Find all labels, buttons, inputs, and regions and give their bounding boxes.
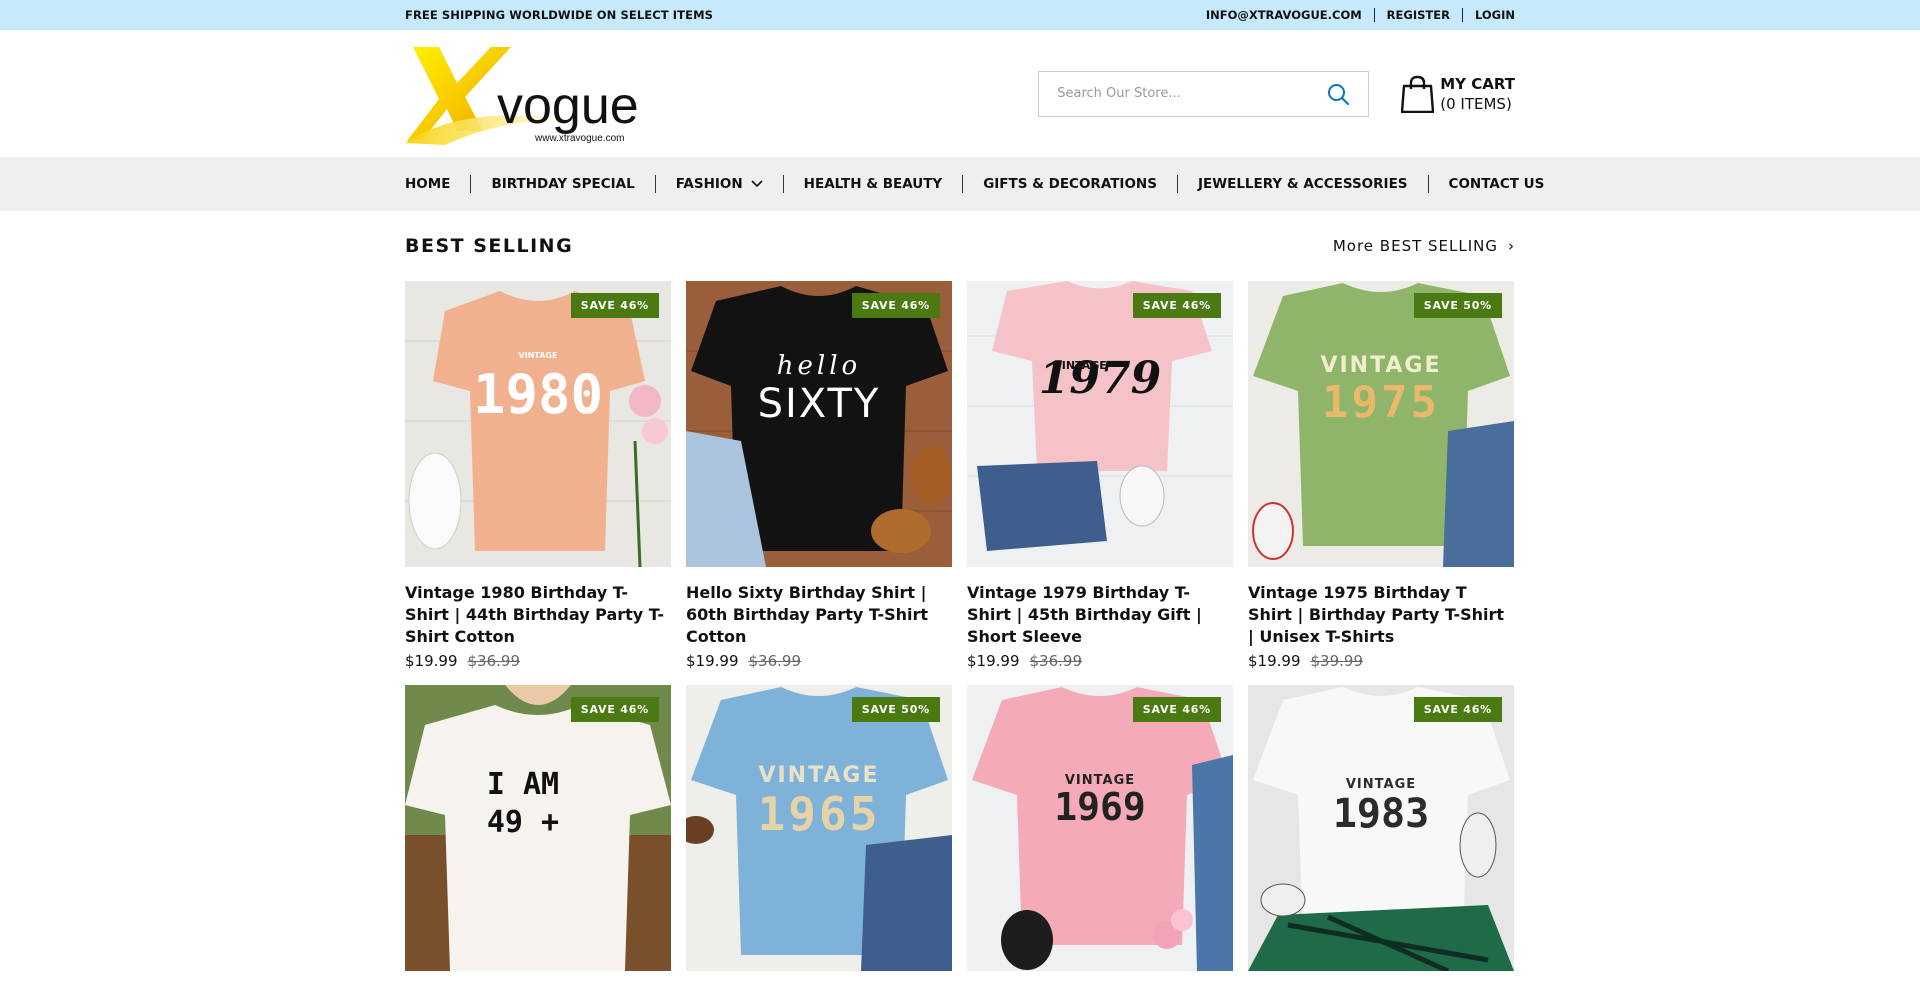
section-title: BEST SELLING bbox=[405, 235, 574, 257]
site-header: vogue www.xtravogue.com MY CART (0 ITEMS… bbox=[0, 30, 1920, 157]
product-card[interactable]: VINTAGE 1969 SAVE 46% bbox=[967, 685, 1233, 985]
nav-item-fashion[interactable]: FASHION bbox=[654, 175, 783, 193]
nav-item-contact-us[interactable]: CONTACT US bbox=[1427, 175, 1565, 193]
sale-price: $19.99 bbox=[967, 652, 1020, 670]
discount-badge: SAVE 50% bbox=[1413, 293, 1502, 318]
nav-item-health-beauty[interactable]: HEALTH & BEAUTY bbox=[782, 175, 963, 193]
original-price: $39.99 bbox=[1310, 652, 1364, 670]
product-image[interactable]: VINTAGE 1975 SAVE 50% bbox=[1248, 281, 1514, 567]
product-price: $19.99 $36.99 bbox=[967, 652, 1233, 670]
shirt-print-main: 1979 bbox=[1038, 353, 1162, 404]
shirt-print-top: I AM bbox=[486, 767, 560, 802]
shirt-print-top: hello bbox=[776, 351, 862, 381]
email-link[interactable]: INFO@XTRAVOGUE.COM bbox=[1206, 8, 1374, 22]
discount-badge: SAVE 46% bbox=[1132, 293, 1221, 318]
search-icon[interactable] bbox=[1326, 82, 1350, 106]
register-link[interactable]: REGISTER bbox=[1373, 8, 1462, 22]
shirt-print-top: VINTAGE bbox=[518, 351, 558, 360]
product-name[interactable]: Hello Sixty Birthday Shirt | 60th Birthd… bbox=[686, 582, 952, 648]
chevron-down-icon bbox=[751, 180, 763, 188]
logo-url: www.xtravogue.com bbox=[534, 133, 624, 144]
nav-label: HOME bbox=[405, 176, 451, 192]
cart-label: MY CART bbox=[1440, 74, 1515, 93]
nav-label: FASHION bbox=[675, 176, 743, 192]
product-image[interactable]: I AM 49 + SAVE 46% bbox=[405, 685, 671, 971]
logo-graphic: vogue www.xtravogue.com bbox=[405, 47, 639, 145]
sale-price: $19.99 bbox=[686, 652, 739, 670]
nav-item-jewellery-accessories[interactable]: JEWELLERY & ACCESSORIES bbox=[1176, 175, 1428, 193]
search-input[interactable] bbox=[1057, 86, 1327, 101]
product-name[interactable]: Vintage 1979 Birthday T-Shirt | 45th Bir… bbox=[967, 582, 1233, 648]
product-image[interactable]: VINTAGE 1979 SAVE 46% bbox=[967, 281, 1233, 567]
more-label: More BEST SELLING bbox=[1332, 237, 1498, 255]
product-image[interactable]: VINTAGE 1983 SAVE 46% bbox=[1248, 685, 1514, 971]
product-grid-row-2: I AM 49 + SAVE 46% VINTAGE 1965 SAVE 50% bbox=[405, 685, 1515, 985]
product-card[interactable]: I AM 49 + SAVE 46% bbox=[405, 685, 671, 985]
nav-label: CONTACT US bbox=[1448, 176, 1545, 192]
product-card[interactable]: VINTAGE 1979 SAVE 46% Vintage 1979 Birth… bbox=[967, 281, 1233, 681]
login-link[interactable]: LOGIN bbox=[1461, 8, 1515, 22]
shirt-print-main: 1969 bbox=[1054, 785, 1146, 829]
discount-badge: SAVE 46% bbox=[570, 293, 659, 318]
original-price: $36.99 bbox=[748, 652, 802, 670]
product-name[interactable]: Vintage 1980 Birthday T-Shirt | 44th Bir… bbox=[405, 582, 671, 648]
nav-label: BIRTHDAY SPECIAL bbox=[491, 176, 635, 192]
discount-badge: SAVE 46% bbox=[1132, 697, 1221, 722]
sale-price: $19.99 bbox=[405, 652, 458, 670]
product-image[interactable]: VINTAGE 1980 SAVE 46% bbox=[405, 281, 671, 567]
logo-wordmark: vogue bbox=[497, 77, 637, 135]
site-logo[interactable]: vogue www.xtravogue.com bbox=[405, 43, 639, 147]
shirt-print-top: VINTAGE bbox=[1345, 777, 1417, 792]
product-name[interactable]: Vintage 1975 Birthday T Shirt | Birthday… bbox=[1248, 582, 1514, 648]
product-image[interactable]: hello SIXTY SAVE 46% bbox=[686, 281, 952, 567]
best-selling-section: BEST SELLING More BEST SELLING › VINTAGE… bbox=[405, 211, 1515, 985]
shipping-notice: FREE SHIPPING WORLDWIDE ON SELECT ITEMS bbox=[405, 8, 713, 22]
product-price: $19.99 $36.99 bbox=[686, 652, 952, 670]
nav-label: JEWELLERY & ACCESSORIES bbox=[1197, 176, 1408, 192]
cart-count: (0 ITEMS) bbox=[1440, 94, 1512, 113]
top-announcement-bar: FREE SHIPPING WORLDWIDE ON SELECT ITEMS … bbox=[0, 0, 1920, 30]
discount-badge: SAVE 46% bbox=[1413, 697, 1502, 722]
nav-label: GIFTS & DECORATIONS bbox=[983, 176, 1157, 192]
product-grid: VINTAGE 1980 SAVE 46% Vintage 1980 Birth… bbox=[405, 281, 1515, 681]
product-card[interactable]: hello SIXTY SAVE 46% Hello Sixty Birthda… bbox=[686, 281, 952, 681]
search-box bbox=[1038, 70, 1370, 117]
shirt-print-main: 1975 bbox=[1322, 377, 1440, 428]
more-best-selling-link[interactable]: More BEST SELLING › bbox=[1333, 237, 1515, 255]
nav-label: HEALTH & BEAUTY bbox=[803, 176, 943, 192]
original-price: $36.99 bbox=[1029, 652, 1083, 670]
chevron-right-icon: › bbox=[1508, 237, 1515, 255]
shirt-print-main: 49 + bbox=[486, 805, 560, 840]
product-image[interactable]: VINTAGE 1969 SAVE 46% bbox=[967, 685, 1233, 971]
main-navigation: HOME BIRTHDAY SPECIAL FASHION HEALTH & B… bbox=[0, 157, 1920, 211]
shirt-print-main: SIXTY bbox=[757, 381, 881, 427]
shirt-print-top: VINTAGE bbox=[1320, 353, 1442, 378]
nav-item-birthday-special[interactable]: BIRTHDAY SPECIAL bbox=[470, 175, 654, 193]
discount-badge: SAVE 46% bbox=[570, 697, 659, 722]
product-card[interactable]: VINTAGE 1975 SAVE 50% Vintage 1975 Birth… bbox=[1248, 281, 1514, 681]
nav-item-gifts-decorations[interactable]: GIFTS & DECORATIONS bbox=[962, 175, 1177, 193]
product-price: $19.99 $36.99 bbox=[405, 652, 671, 670]
shirt-print-top: VINTAGE bbox=[758, 763, 880, 788]
shirt-print-main: 1980 bbox=[472, 363, 604, 426]
shirt-print-main: 1983 bbox=[1332, 791, 1430, 837]
nav-item-home[interactable]: HOME bbox=[405, 175, 470, 193]
product-card[interactable]: VINTAGE 1983 SAVE 46% bbox=[1248, 685, 1514, 985]
shopping-bag-icon bbox=[1401, 75, 1435, 113]
product-image[interactable]: VINTAGE 1965 SAVE 50% bbox=[686, 685, 952, 971]
top-links: INFO@XTRAVOGUE.COM REGISTER LOGIN bbox=[1206, 8, 1515, 22]
discount-badge: SAVE 46% bbox=[851, 293, 940, 318]
sale-price: $19.99 bbox=[1248, 652, 1301, 670]
cart-button[interactable]: MY CART (0 ITEMS) bbox=[1401, 74, 1515, 114]
original-price: $36.99 bbox=[467, 652, 521, 670]
product-card[interactable]: VINTAGE 1965 SAVE 50% bbox=[686, 685, 952, 985]
product-card[interactable]: VINTAGE 1980 SAVE 46% Vintage 1980 Birth… bbox=[405, 281, 671, 681]
shirt-print-main: 1965 bbox=[757, 787, 881, 841]
discount-badge: SAVE 50% bbox=[851, 697, 940, 722]
product-price: $19.99 $39.99 bbox=[1248, 652, 1514, 670]
